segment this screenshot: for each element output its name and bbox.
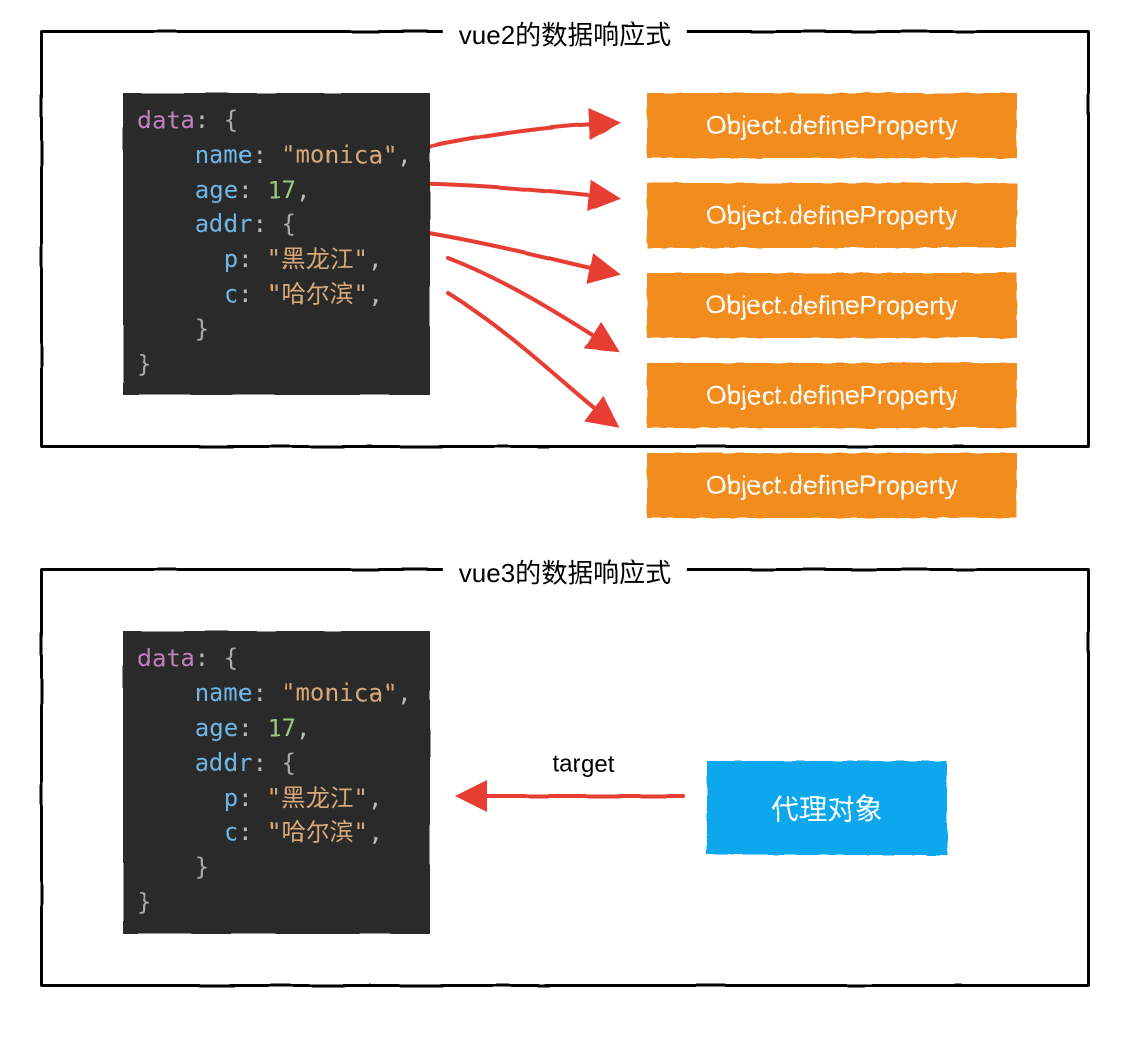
code-prop: age [195, 714, 238, 742]
code-str: "黑龙江" [267, 245, 368, 273]
vue3-panel: vue3的数据响应式 data: { name: "monica", age: … [40, 568, 1090, 986]
code-str: "哈尔滨" [267, 280, 368, 308]
vue3-code: data: { name: "monica", age: 17, addr: {… [123, 631, 430, 933]
code-num: 17 [267, 176, 296, 204]
vue2-code: data: { name: "monica", age: 17, addr: {… [123, 93, 430, 395]
define-property-box: Object.defineProperty [647, 453, 1017, 518]
code-prop: age [195, 176, 238, 204]
code-prop: name [195, 679, 253, 707]
vue2-panel: vue2的数据响应式 data: { name: "monica", age: … [40, 30, 1090, 448]
define-property-box: Object.defineProperty [647, 363, 1017, 428]
define-property-box: Object.defineProperty [647, 93, 1017, 158]
code-key: data [137, 106, 195, 134]
code-str: "monica" [282, 141, 398, 169]
vue2-body: data: { name: "monica", age: 17, addr: {… [43, 33, 1087, 445]
define-property-box: Object.defineProperty [647, 273, 1017, 338]
code-str: "黑龙江" [267, 784, 368, 812]
code-prop: c [224, 280, 238, 308]
code-num: 17 [267, 714, 296, 742]
define-boxes: Object.defineProperty Object.definePrope… [647, 93, 1017, 518]
proxy-object-box: 代理对象 [707, 761, 947, 855]
code-key: data [137, 644, 195, 672]
code-str: "哈尔滨" [267, 818, 368, 846]
code-prop: c [224, 818, 238, 846]
code-prop: p [224, 245, 238, 273]
target-label: target [553, 751, 614, 779]
code-prop: addr [195, 749, 253, 777]
define-property-box: Object.defineProperty [647, 183, 1017, 248]
code-prop: addr [195, 210, 253, 238]
vue3-body: data: { name: "monica", age: 17, addr: {… [43, 571, 1087, 983]
code-prop: p [224, 784, 238, 812]
code-str: "monica" [282, 679, 398, 707]
code-prop: name [195, 141, 253, 169]
